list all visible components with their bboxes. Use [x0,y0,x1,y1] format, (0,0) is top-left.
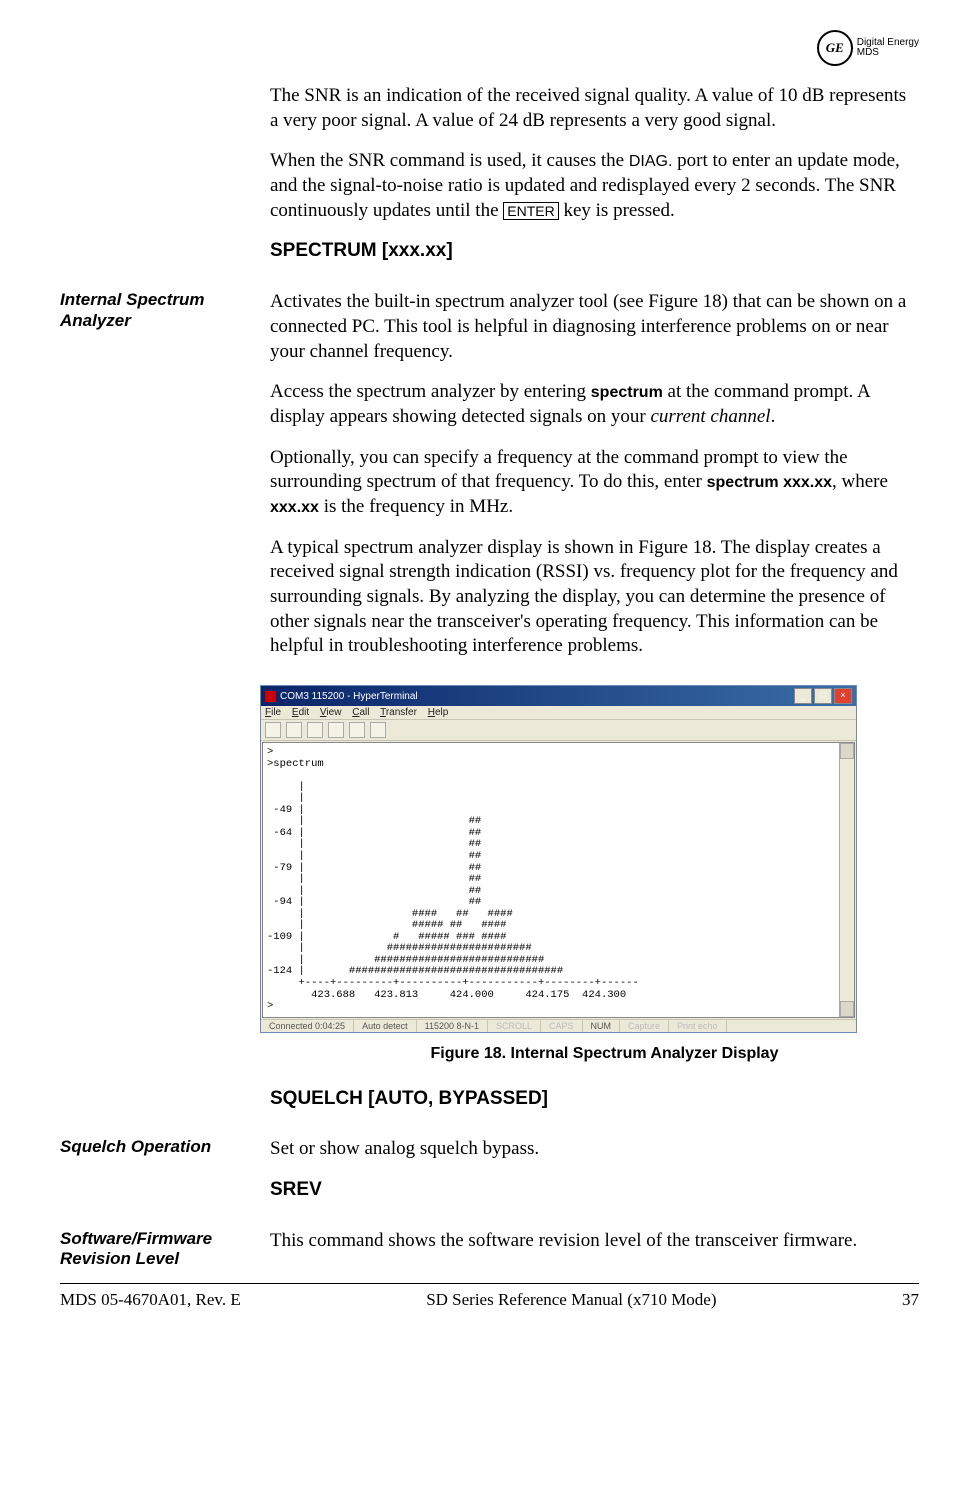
menu-call[interactable]: Call [352,707,369,718]
maximize-icon[interactable]: □ [814,688,832,704]
toolbar-open-icon[interactable] [286,722,302,738]
side-internal-spectrum-analyzer: Internal Spectrum Analyzer [60,290,270,331]
srev-heading: SREV [270,1178,919,1203]
toolbar-disconnect-icon[interactable] [328,722,344,738]
snr-description-2: When the SNR command is used, it causes … [270,149,919,223]
status-connected: Connected 0:04:25 [261,1020,354,1032]
squelch-heading: SQUELCH [AUTO, BYPASSED] [270,1087,919,1112]
footer-title: SD Series Reference Manual (x710 Mode) [426,1290,716,1310]
spectrum-p2: Access the spectrum analyzer by entering… [270,380,919,429]
minimize-icon[interactable]: _ [794,688,812,704]
menu-view[interactable]: View [320,707,342,718]
status-capture: Capture [620,1020,669,1032]
spectrum-p4: A typical spectrum analyzer display is s… [270,536,919,659]
footer-pagenum: 37 [902,1290,919,1310]
ge-monogram-icon: GE [817,30,853,66]
terminal-content[interactable]: > >spectrum | | -49 | | ## -64 | ## | ##… [263,743,839,1017]
toolbar-send-icon[interactable] [349,722,365,738]
status-bar: Connected 0:04:25 Auto detect 115200 8-N… [261,1019,856,1032]
toolbar-new-icon[interactable] [265,722,281,738]
squelch-p1: Set or show analog squelch bypass. [270,1137,919,1162]
close-icon[interactable]: × [834,688,852,704]
window-titlebar: COM3 115200 - HyperTerminal _ □ × [261,686,856,706]
logo-text: Digital Energy MDS [857,38,919,59]
header-logo: GE Digital Energy MDS [60,30,919,66]
app-icon [265,691,276,702]
status-scroll: SCROLL [488,1020,541,1032]
snr-description-1: The SNR is an indication of the received… [270,84,919,133]
spectrum-heading: SPECTRUM [xxx.xx] [270,239,919,264]
side-srev: Software/Firmware Revision Level [60,1229,270,1270]
status-caps: CAPS [541,1020,583,1032]
hyperterminal-window: COM3 115200 - HyperTerminal _ □ × File E… [260,685,857,1033]
status-detect: Auto detect [354,1020,417,1032]
spectrum-p3: Optionally, you can specify a frequency … [270,446,919,520]
toolbar-connect-icon[interactable] [307,722,323,738]
side-squelch-operation: Squelch Operation [60,1137,270,1157]
menu-transfer[interactable]: Transfer [380,707,417,718]
footer-docid: MDS 05-4670A01, Rev. E [60,1290,241,1310]
spectrum-p1: Activates the built-in spectrum analyzer… [270,290,919,364]
figure-caption: Figure 18. Internal Spectrum Analyzer Di… [290,1045,919,1063]
enter-key-icon: ENTER [503,202,558,220]
page-footer: MDS 05-4670A01, Rev. E SD Series Referen… [60,1283,919,1310]
menu-edit[interactable]: Edit [292,707,309,718]
diag-port-label: DIAG. [629,153,673,170]
window-title: COM3 115200 - HyperTerminal [280,691,418,702]
status-print: Print echo [669,1020,727,1032]
menu-bar[interactable]: File Edit View Call Transfer Help [261,706,856,720]
srev-p1: This command shows the software revision… [270,1229,919,1254]
status-settings: 115200 8-N-1 [417,1020,488,1032]
menu-help[interactable]: Help [428,707,449,718]
status-num: NUM [583,1020,621,1032]
figure-18: COM3 115200 - HyperTerminal _ □ × File E… [260,685,919,1063]
toolbar [261,720,856,741]
scrollbar[interactable] [839,743,854,1017]
toolbar-props-icon[interactable] [370,722,386,738]
menu-file[interactable]: File [265,707,281,718]
